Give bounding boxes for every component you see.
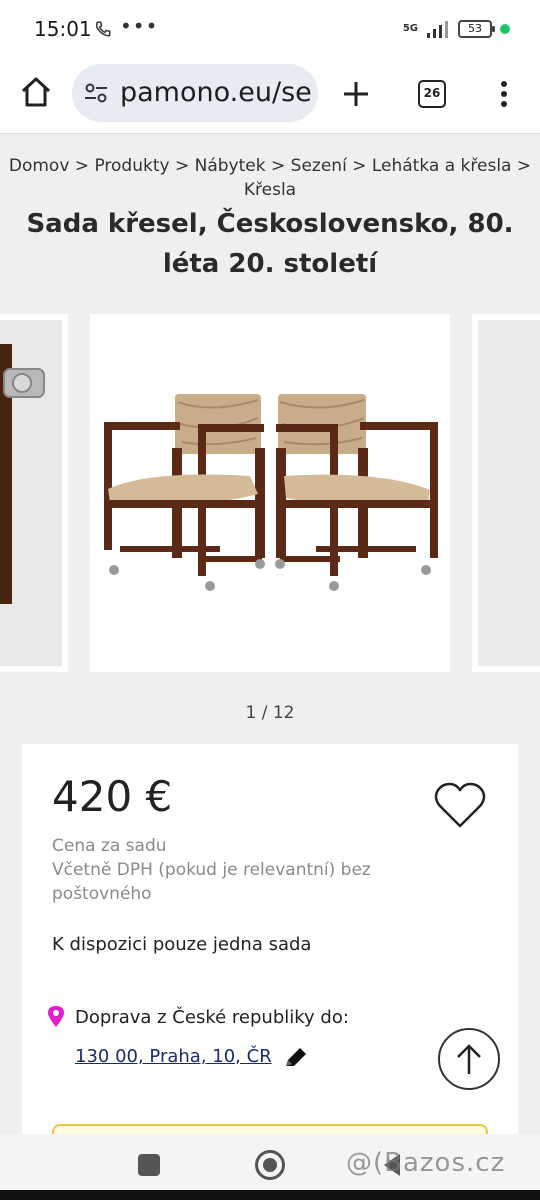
breadcrumb-item-nabytek[interactable]: Nábytek — [195, 156, 266, 176]
location-pin-icon — [48, 1006, 64, 1027]
gallery-next-image[interactable] — [472, 314, 540, 672]
gallery-prev-image[interactable] — [0, 314, 68, 672]
product-price: 420 € — [52, 772, 173, 821]
vat-note: Včetně DPH (pokud je relevantní) bez poš… — [52, 860, 371, 904]
gallery-main-image[interactable] — [90, 314, 450, 672]
network-type: 5G — [402, 23, 418, 34]
breadcrumb-separator: > — [169, 156, 195, 176]
browser-toolbar: pamono.eu/se 26 — [0, 58, 540, 134]
home-nav-icon[interactable] — [255, 1150, 285, 1180]
price-note: Cena za sadu Včetně DPH (pokud je releva… — [52, 834, 412, 906]
phone-call-icon — [96, 21, 111, 37]
address-bar[interactable]: pamono.eu/se — [72, 64, 318, 122]
status-indicators: 5G 53 — [403, 18, 510, 40]
shipping-label: Doprava z České republiky do: — [75, 1007, 349, 1028]
edit-pencil-icon[interactable] — [282, 1046, 308, 1070]
breadcrumb-separator: > — [265, 156, 291, 176]
breadcrumb-item-domov[interactable]: Domov — [9, 156, 70, 176]
shipping-destination-link[interactable]: 130 00, Praha, 10, ČR — [75, 1046, 272, 1067]
privacy-indicator-dot — [500, 24, 510, 34]
prev-image-thumbnail — [0, 314, 68, 672]
breadcrumb-separator: > — [511, 156, 532, 176]
next-image-thumbnail — [472, 314, 540, 672]
breadcrumb-item-produkty[interactable]: Produkty — [94, 156, 169, 176]
recent-apps-icon[interactable] — [138, 1154, 160, 1176]
breadcrumb-item-sezeni[interactable]: Sezení — [291, 156, 347, 176]
breadcrumb-separator: > — [346, 156, 372, 176]
status-bar: 15:01 ••• 5G 53 — [0, 0, 540, 58]
price-unit: Cena za sadu — [52, 836, 167, 856]
gallery-counter: 1 / 12 — [245, 703, 295, 723]
home-icon[interactable] — [18, 74, 54, 110]
availability-text: K dispozici pouze jedna sada — [52, 934, 312, 955]
breadcrumb-item-kresla[interactable]: Křesla — [244, 180, 296, 200]
chairs-photo — [104, 394, 438, 591]
status-time: 15:01 — [34, 17, 92, 41]
watermark: @(Bazos.cz — [346, 1148, 506, 1178]
heart-icon[interactable] — [432, 780, 488, 832]
bottom-strip — [0, 1190, 540, 1200]
scroll-to-top-button[interactable] — [438, 1028, 500, 1090]
product-title: Sada křesel, Československo, 80. léta 20… — [26, 209, 514, 279]
url-text: pamono.eu/se — [120, 77, 312, 108]
price-card: 420 € Cena za sadu Včetně DPH (pokud je … — [22, 744, 518, 1136]
breadcrumb: Domov > Produkty > Nábytek > Sezení > Le… — [0, 154, 540, 202]
site-settings-icon[interactable] — [84, 83, 108, 103]
signal-icon — [427, 21, 448, 38]
arrow-up-icon — [457, 1044, 481, 1074]
new-tab-plus-icon[interactable] — [338, 76, 374, 112]
tab-switcher-button[interactable]: 26 — [418, 80, 446, 108]
breadcrumb-item-lehatka[interactable]: Lehátka a křesla — [372, 156, 512, 176]
breadcrumb-separator: > — [69, 156, 95, 176]
battery-icon: 53 — [458, 20, 495, 38]
notification-dots: ••• — [120, 14, 159, 38]
more-menu-icon[interactable] — [494, 76, 514, 112]
